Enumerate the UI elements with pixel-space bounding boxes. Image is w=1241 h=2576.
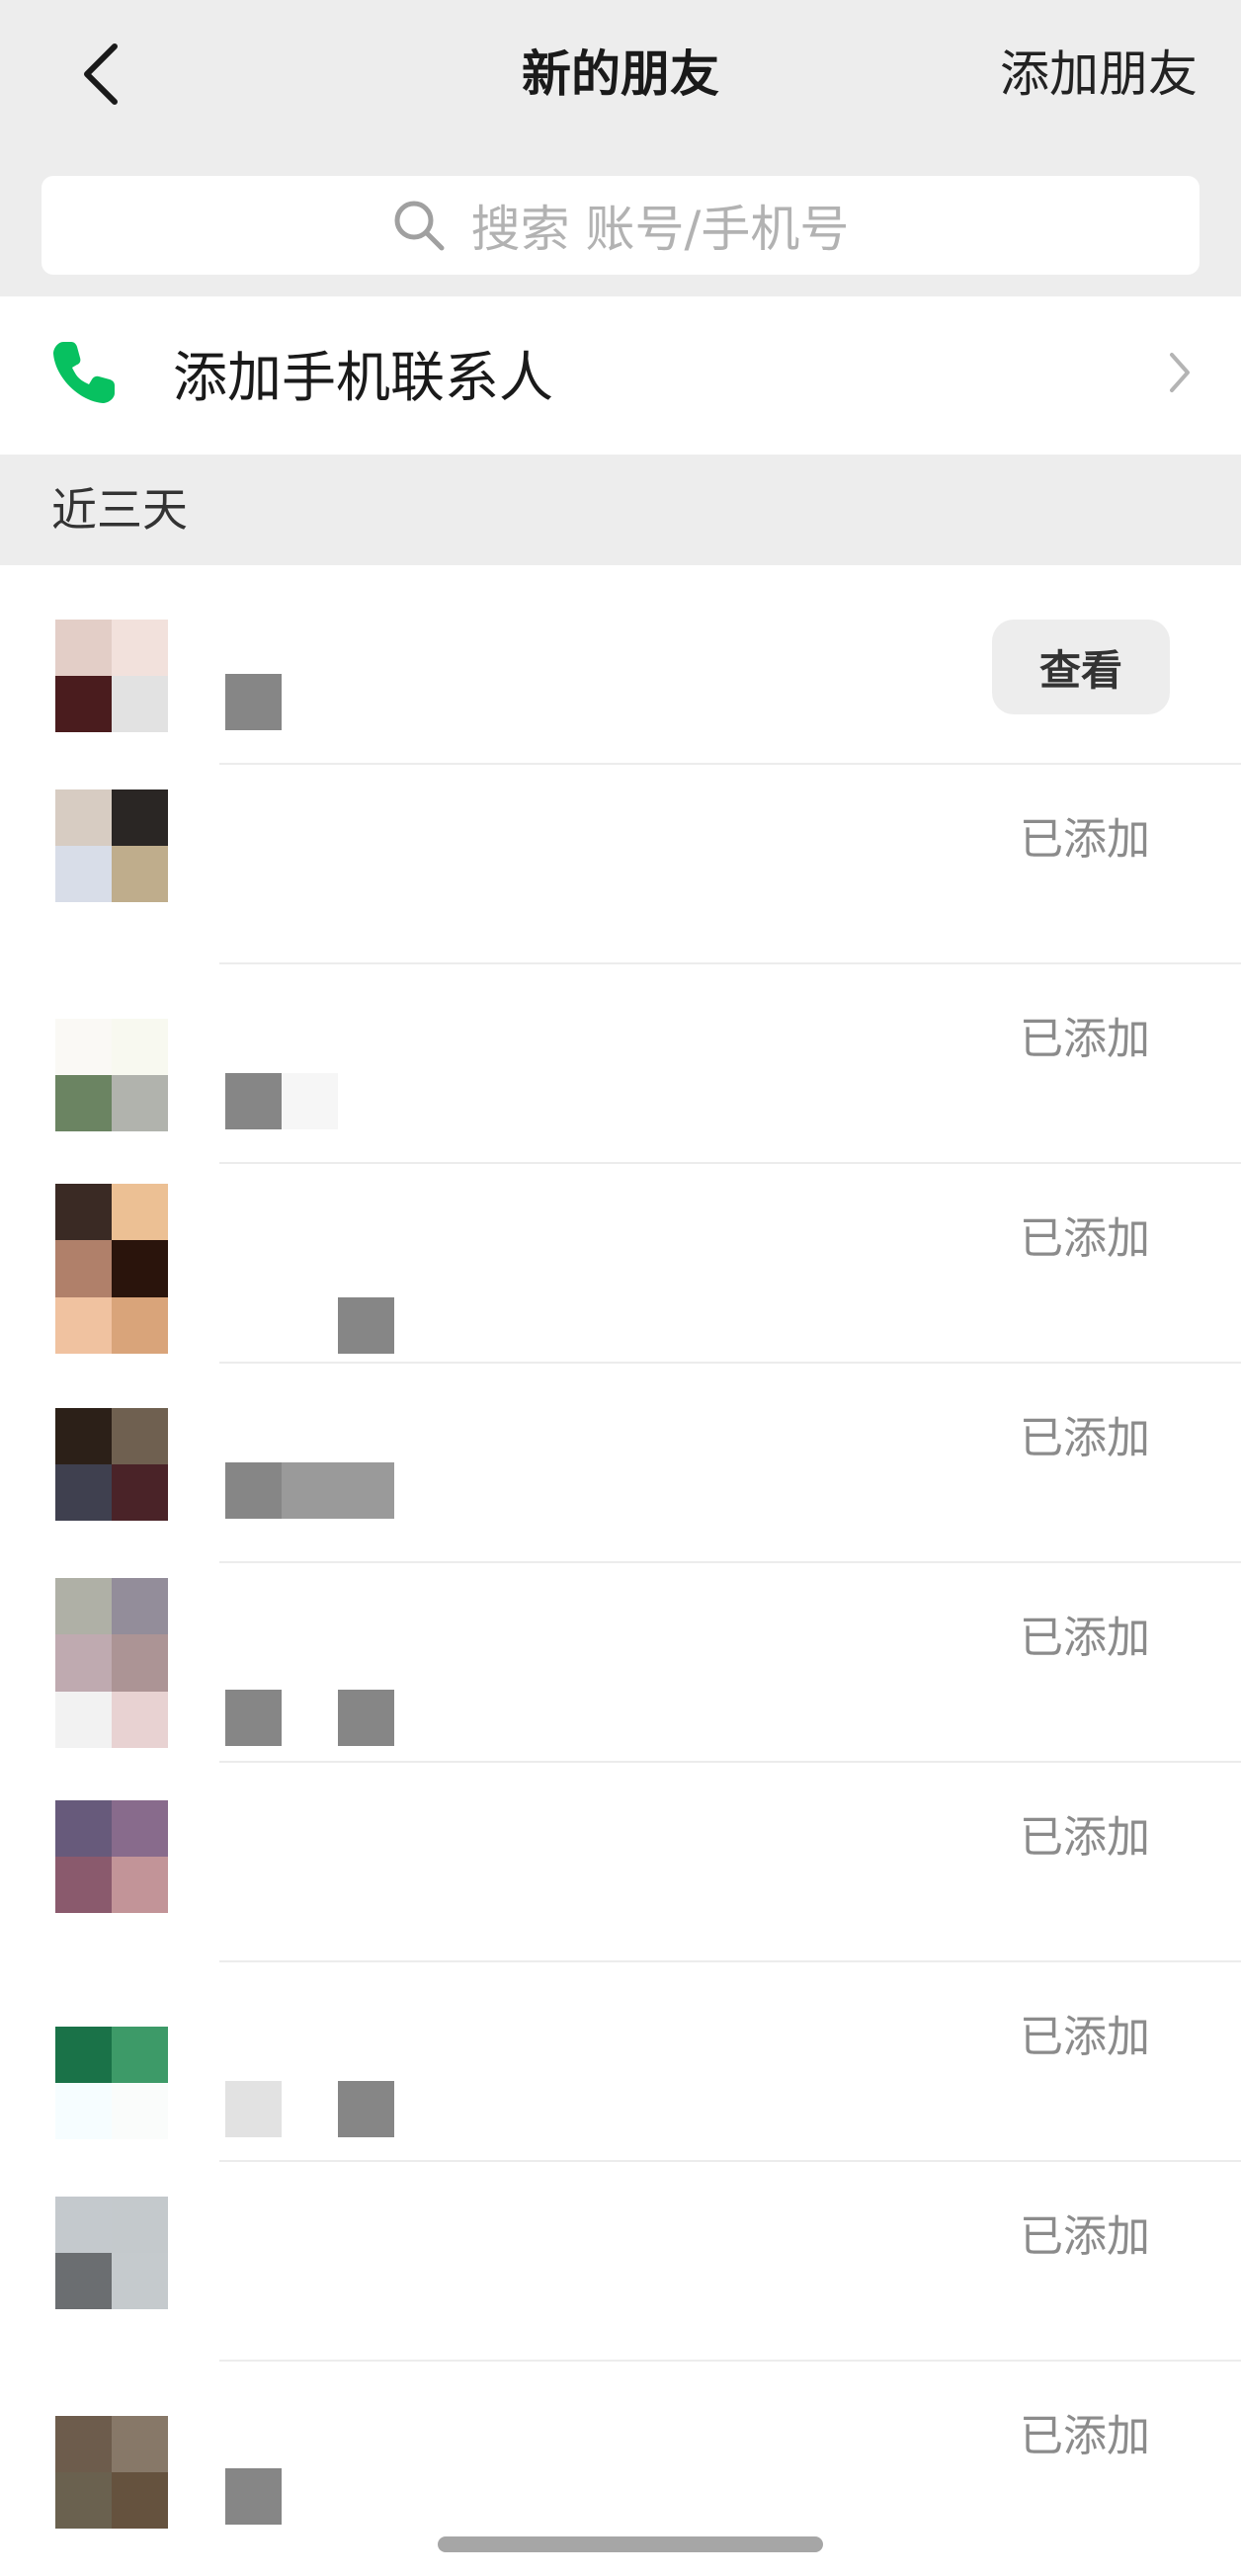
contact-name-redacted	[225, 2081, 394, 2137]
add-friend-button[interactable]: 添加朋友	[1000, 38, 1198, 111]
friend-request-row[interactable]: 已添加	[0, 1563, 1241, 1763]
avatar	[55, 2416, 168, 2529]
phone-icon	[53, 342, 115, 403]
view-request-button[interactable]: 查看	[992, 620, 1170, 714]
friend-request-row[interactable]: 查看	[0, 565, 1241, 765]
avatar	[55, 789, 168, 902]
avatar	[55, 1408, 168, 1521]
friend-request-row[interactable]: 已添加	[0, 2162, 1241, 2362]
status-label: 已添加	[1020, 2012, 1150, 2062]
section-title: 近三天	[51, 483, 188, 537]
contact-name-redacted	[338, 1297, 394, 1354]
avatar	[55, 1019, 168, 1131]
status-label: 已添加	[1020, 2211, 1150, 2262]
avatar	[55, 1800, 168, 1913]
navigation-bar: 新的朋友 添加朋友	[0, 0, 1241, 158]
friend-request-row[interactable]: 已添加	[0, 765, 1241, 964]
avatar	[55, 620, 168, 732]
status-label: 已添加	[1020, 1812, 1150, 1863]
add-phone-contacts-row[interactable]: 添加手机联系人	[0, 296, 1241, 455]
search-placeholder: 搜索 账号/手机号	[470, 201, 850, 258]
friend-request-row[interactable]: 已添加	[0, 1164, 1241, 1364]
chevron-right-icon	[1170, 353, 1190, 392]
contact-name-redacted	[225, 1073, 338, 1129]
contact-name-redacted	[225, 674, 282, 730]
contact-name-redacted	[225, 1462, 394, 1519]
contact-name-redacted	[225, 1690, 394, 1746]
status-label: 已添加	[1020, 1213, 1150, 1264]
status-label: 已添加	[1020, 1014, 1150, 1064]
avatar	[55, 2027, 168, 2139]
avatar	[55, 1578, 168, 1748]
status-label: 已添加	[1020, 814, 1150, 865]
avatar	[55, 2197, 168, 2309]
search-bar-container: 搜索 账号/手机号	[0, 158, 1241, 296]
contact-name-redacted	[225, 2468, 282, 2525]
friend-request-row[interactable]: 已添加	[0, 1364, 1241, 1563]
section-header: 近三天	[0, 455, 1241, 565]
friend-request-row[interactable]: 已添加	[0, 2362, 1241, 2561]
home-indicator	[438, 2536, 823, 2552]
friend-request-row[interactable]: 已添加	[0, 964, 1241, 1164]
chevron-left-icon	[84, 43, 118, 105]
status-label: 已添加	[1020, 2411, 1150, 2461]
friend-request-list: 查看 已添加 已添加 已添加 已添加 已添加 已添加 已添加 已添加 已添加	[0, 565, 1241, 2561]
friend-request-row[interactable]: 已添加	[0, 1962, 1241, 2162]
avatar	[55, 1184, 168, 1354]
back-button[interactable]	[71, 40, 130, 109]
status-label: 已添加	[1020, 1413, 1150, 1463]
status-label: 已添加	[1020, 1613, 1150, 1663]
friend-request-row[interactable]: 已添加	[0, 1763, 1241, 1962]
search-icon	[394, 201, 445, 251]
add-phone-contacts-label: 添加手机联系人	[173, 346, 554, 409]
search-input[interactable]: 搜索 账号/手机号	[41, 176, 1200, 275]
